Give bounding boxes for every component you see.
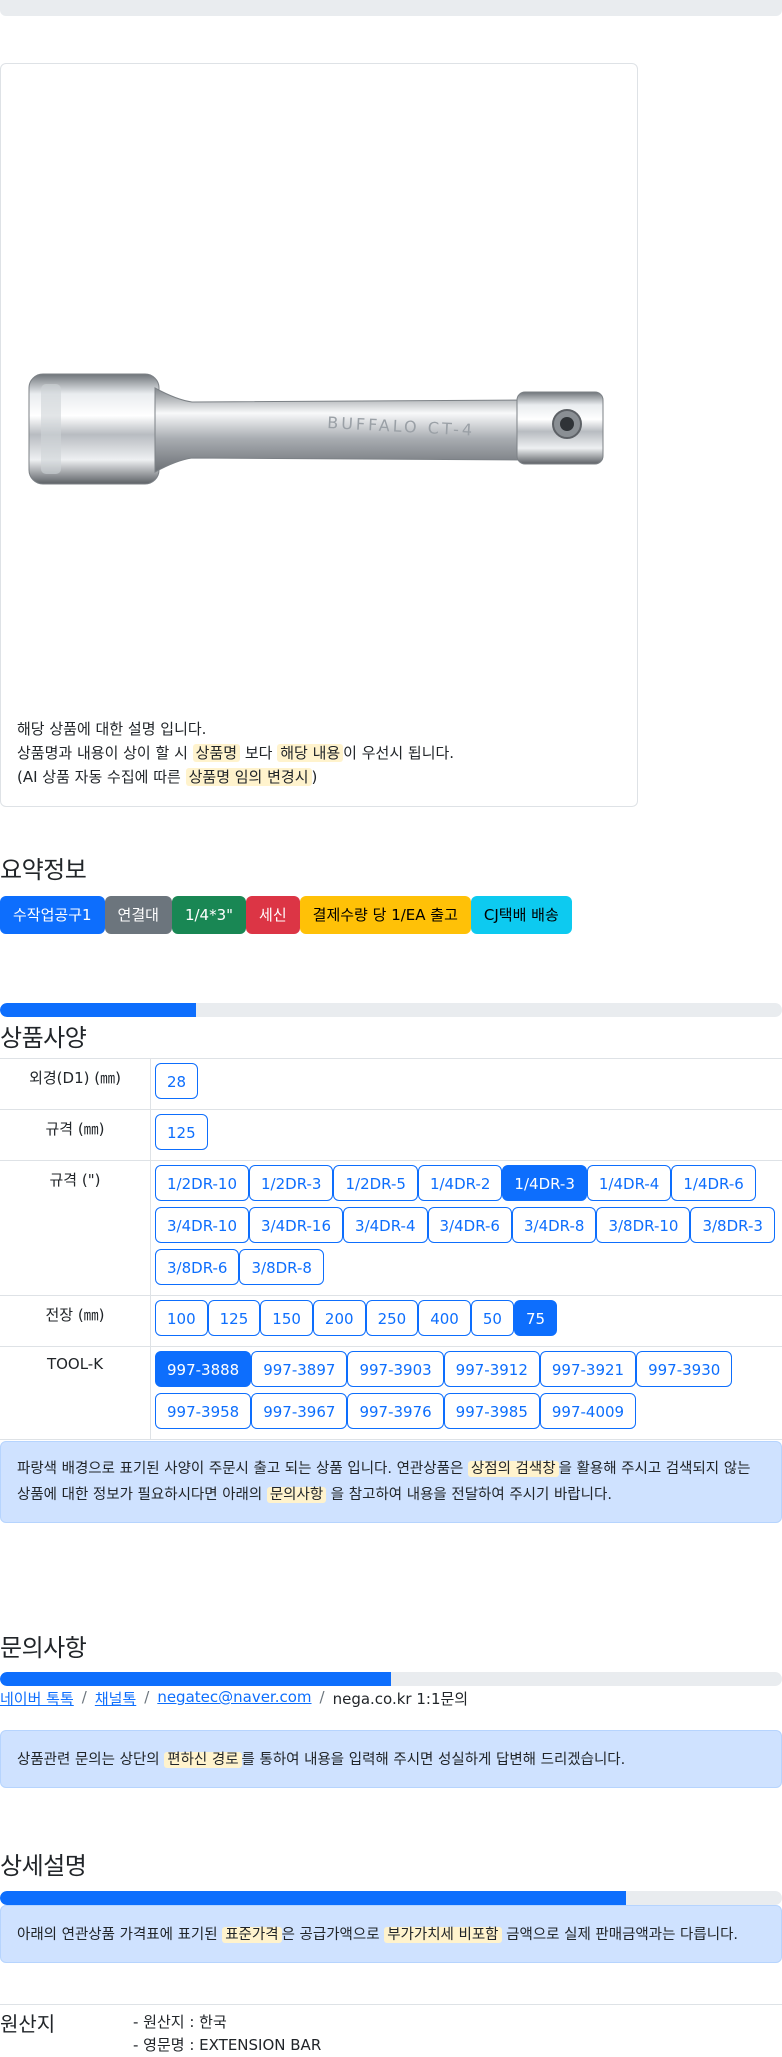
spec-option-button[interactable]: 997-4009	[540, 1393, 636, 1429]
summary-badge: 수작업공구1	[0, 896, 105, 934]
detail-progress	[0, 1891, 782, 1905]
inquiry-site: nega.co.kr 1:1문의	[333, 1688, 469, 1709]
desc-line-3: (AI 상품 자동 수집에 따른 상품명 임의 변경시)	[17, 765, 617, 789]
spec-option-button[interactable]: 50	[471, 1300, 514, 1336]
spec-option-button[interactable]: 3/8DR-10	[596, 1207, 690, 1243]
spec-option-button[interactable]: 150	[260, 1300, 313, 1336]
detail-notice: 아래의 연관상품 가격표에 표기된 표준가격은 공급가액으로 부가가치세 비포함…	[0, 1905, 782, 1963]
spec-option-button[interactable]: 3/4DR-6	[428, 1207, 512, 1243]
spec-option-button[interactable]: 3/4DR-10	[155, 1207, 249, 1243]
spec-option-button[interactable]: 125	[155, 1114, 208, 1150]
link-naver-talk[interactable]: 네이버 톡톡	[0, 1688, 74, 1709]
spec-option-button[interactable]: 997-3912	[444, 1351, 540, 1387]
spec-option-button[interactable]: 3/8DR-8	[239, 1249, 323, 1285]
spec-row-label: 외경(D1) (㎜)	[0, 1059, 151, 1110]
inquiry-notice: 상품관련 문의는 상단의 편하신 경로를 통하여 내용을 입력해 주시면 성실하…	[0, 1730, 782, 1788]
spec-row-label: 규격 (㎜)	[0, 1110, 151, 1161]
spec-option-button[interactable]: 997-3903	[347, 1351, 443, 1387]
desc-line-2: 상품명과 내용이 상이 할 시 상품명 보다 해당 내용이 우선시 됩니다.	[17, 741, 617, 765]
spec-option-button[interactable]: 75	[514, 1300, 557, 1336]
spec-option-button[interactable]: 1/4DR-6	[671, 1165, 755, 1201]
spec-option-button[interactable]: 3/4DR-4	[343, 1207, 427, 1243]
spec-row: 규격 (")1/2DR-101/2DR-31/2DR-51/4DR-21/4DR…	[0, 1161, 782, 1296]
inquiry-progress	[0, 1672, 782, 1686]
top-progress-bar	[0, 0, 782, 16]
spec-progress	[0, 1003, 782, 1017]
spec-row-label: TOOL-K	[0, 1347, 151, 1440]
spec-option-button[interactable]: 400	[418, 1300, 471, 1336]
spec-option-button[interactable]: 997-3921	[540, 1351, 636, 1387]
origin-item: - 원산지 : 한국	[133, 2011, 321, 2034]
spec-row-options: 1001251502002504005075	[151, 1296, 782, 1347]
summary-badge: 세신	[246, 896, 300, 934]
spec-option-button[interactable]: 100	[155, 1300, 208, 1336]
spec-row-options: 28	[151, 1059, 782, 1110]
spec-option-button[interactable]: 997-3930	[636, 1351, 732, 1387]
summary-badge: CJ택배 배송	[471, 896, 572, 934]
spec-option-button[interactable]: 3/4DR-16	[249, 1207, 343, 1243]
inquiry-progress-fill	[0, 1672, 391, 1686]
product-description: 해당 상품에 대한 설명 입니다. 상품명과 내용이 상이 할 시 상품명 보다…	[17, 717, 617, 789]
spec-option-button[interactable]: 1/2DR-3	[249, 1165, 333, 1201]
spec-row-options: 1/2DR-101/2DR-31/2DR-51/4DR-21/4DR-31/4D…	[151, 1161, 782, 1296]
spec-row: 전장 (㎜)1001251502002504005075	[0, 1296, 782, 1347]
summary-badge: 결제수량 당 1/EA 출고	[300, 896, 471, 934]
spec-row: 규격 (㎜)125	[0, 1110, 782, 1161]
spec-row: TOOL-K997-3888997-3897997-3903997-391299…	[0, 1347, 782, 1440]
spec-row-label: 규격 (")	[0, 1161, 151, 1296]
link-channel-talk[interactable]: 채널톡	[95, 1688, 136, 1709]
spec-table: 외경(D1) (㎜)28규격 (㎜)125규격 (")1/2DR-101/2DR…	[0, 1058, 782, 1440]
spec-option-button[interactable]: 3/8DR-3	[690, 1207, 774, 1243]
origin-section: 원산지 - 원산지 : 한국 - 영문명 : EXTENSION BAR	[0, 2004, 782, 2005]
summary-title: 요약정보	[0, 850, 86, 885]
product-card: BUFFALO CT-4 해당 상품에 대한 설명 입니다. 상품명과 내용이 …	[0, 63, 638, 807]
product-image: BUFFALO CT-4	[27, 314, 615, 504]
spec-option-button[interactable]: 1/4DR-3	[502, 1165, 586, 1201]
summary-badge: 1/4*3"	[172, 896, 246, 934]
spec-option-button[interactable]: 997-3985	[444, 1393, 540, 1429]
spec-option-button[interactable]: 997-3888	[155, 1351, 251, 1387]
spec-option-button[interactable]: 997-3958	[155, 1393, 251, 1429]
spec-option-button[interactable]: 1/4DR-2	[418, 1165, 502, 1201]
spec-option-button[interactable]: 997-3976	[347, 1393, 443, 1429]
origin-label: 원산지	[0, 2008, 55, 2037]
spec-row-label: 전장 (㎜)	[0, 1296, 151, 1347]
spec-title: 상품사양	[0, 1018, 86, 1053]
inquiry-title: 문의사항	[0, 1628, 86, 1663]
spec-row-options: 125	[151, 1110, 782, 1161]
spec-progress-fill	[0, 1003, 196, 1017]
detail-title: 상세설명	[0, 1846, 86, 1881]
spec-option-button[interactable]: 997-3967	[251, 1393, 347, 1429]
summary-badge: 연결대	[105, 896, 172, 934]
spec-option-button[interactable]: 1/2DR-10	[155, 1165, 249, 1201]
spec-option-button[interactable]: 997-3897	[251, 1351, 347, 1387]
spec-option-button[interactable]: 1/2DR-5	[333, 1165, 417, 1201]
origin-list: - 원산지 : 한국 - 영문명 : EXTENSION BAR	[133, 2011, 321, 2057]
spec-option-button[interactable]: 1/4DR-4	[587, 1165, 671, 1201]
spec-option-button[interactable]: 250	[366, 1300, 419, 1336]
summary-badges: 수작업공구1연결대1/4*3"세신결제수량 당 1/EA 출고CJ택배 배송	[0, 896, 572, 934]
spec-option-button[interactable]: 3/4DR-8	[512, 1207, 596, 1243]
spec-row-options: 997-3888997-3897997-3903997-3912997-3921…	[151, 1347, 782, 1440]
spec-option-button[interactable]: 28	[155, 1063, 198, 1099]
desc-line-1: 해당 상품에 대한 설명 입니다.	[17, 717, 617, 741]
inquiry-breadcrumb: 네이버 톡톡/ 채널톡/ negatec@naver.com/ nega.co.…	[0, 1688, 468, 1709]
spec-row: 외경(D1) (㎜)28	[0, 1059, 782, 1110]
spec-option-button[interactable]: 200	[313, 1300, 366, 1336]
spec-option-button[interactable]: 125	[208, 1300, 261, 1336]
link-email[interactable]: negatec@naver.com	[157, 1688, 311, 1709]
spec-option-button[interactable]: 3/8DR-6	[155, 1249, 239, 1285]
spec-notice: 파랑색 배경으로 표기된 사양이 주문시 출고 되는 상품 입니다. 연관상품은…	[0, 1441, 782, 1523]
detail-progress-fill	[0, 1891, 626, 1905]
